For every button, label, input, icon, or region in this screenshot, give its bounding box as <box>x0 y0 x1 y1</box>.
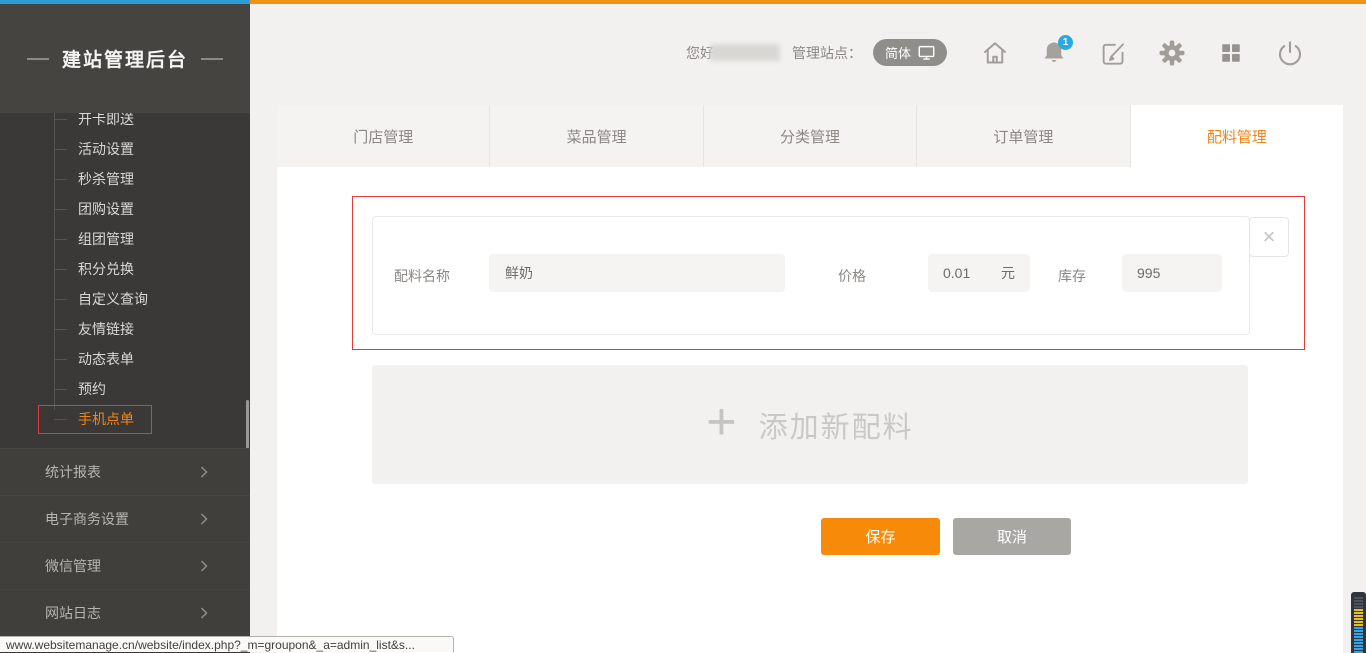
plus-icon: + <box>706 396 736 448</box>
sidebar-item-reservation[interactable]: 预约 <box>0 374 250 404</box>
ingredient-card: 配料名称 鲜奶 价格 0.01 元 库存 995 <box>372 216 1250 335</box>
remove-ingredient-button[interactable]: × <box>1249 217 1289 257</box>
cancel-button[interactable]: 取消 <box>953 518 1071 555</box>
edit-icon <box>1098 38 1128 68</box>
sidebar-section-ecommerce[interactable]: 电子商务设置 <box>0 495 250 542</box>
home-button[interactable] <box>978 36 1012 70</box>
network-meter-widget <box>1351 592 1366 653</box>
price-input[interactable]: 0.01 元 <box>928 254 1030 292</box>
sidebar-section-statistics[interactable]: 统计报表 <box>0 448 250 495</box>
price-unit: 元 <box>1001 263 1015 283</box>
sidebar-submenu: 开卡即送 活动设置 秒杀管理 团购设置 组团管理 积分兑换 自定义查询 友情链接… <box>0 104 250 434</box>
stock-input[interactable]: 995 <box>1122 254 1222 292</box>
sidebar-section-wechat[interactable]: 微信管理 <box>0 542 250 589</box>
sidebar-sections: 统计报表 电子商务设置 微信管理 网站日志 <box>0 448 250 637</box>
chevron-right-icon <box>194 603 214 623</box>
edit-button[interactable] <box>1096 36 1130 70</box>
ingredient-name-input[interactable]: 鲜奶 <box>489 254 785 292</box>
top-strip-blue <box>0 0 250 4</box>
chevron-right-icon <box>194 462 214 482</box>
price-label: 价格 <box>838 217 866 334</box>
sidebar-title: 建站管理后台 <box>0 4 250 113</box>
title-dash-right <box>201 58 223 60</box>
home-icon <box>980 38 1010 68</box>
tab-bar: 门店管理 菜品管理 分类管理 订单管理 配料管理 <box>277 105 1343 167</box>
site-label: 管理站点： <box>792 44 862 62</box>
ingredient-name-label: 配料名称 <box>394 217 450 334</box>
status-link-preview: www.websitemanage.cn/website/index.php?_… <box>0 636 454 652</box>
tab-category-management[interactable]: 分类管理 <box>704 105 917 167</box>
app-title: 建站管理后台 <box>62 45 188 72</box>
sidebar-item-activity-settings[interactable]: 活动设置 <box>0 134 250 164</box>
logout-button[interactable] <box>1273 36 1307 70</box>
notifications-button[interactable]: 1 <box>1037 36 1071 70</box>
meter-bars <box>1354 597 1363 653</box>
save-button[interactable]: 保存 <box>821 518 940 555</box>
sidebar-item-groupbuy-settings[interactable]: 团购设置 <box>0 194 250 224</box>
sidebar-section-site-logs[interactable]: 网站日志 <box>0 589 250 637</box>
tab-ingredient-management[interactable]: 配料管理 <box>1131 105 1343 167</box>
power-icon <box>1275 38 1305 68</box>
tab-dish-management[interactable]: 菜品管理 <box>490 105 703 167</box>
tab-order-management[interactable]: 订单管理 <box>917 105 1130 167</box>
sidebar-item-mobile-ordering[interactable]: 手机点单 <box>0 404 250 434</box>
sidebar-item-flash-sale[interactable]: 秒杀管理 <box>0 164 250 194</box>
monitor-icon <box>918 45 935 61</box>
language-switch-button[interactable]: 简体 <box>873 39 947 66</box>
chevron-right-icon <box>194 556 214 576</box>
sidebar-item-friend-links[interactable]: 友情链接 <box>0 314 250 344</box>
chevron-right-icon <box>194 509 214 529</box>
sidebar-item-dynamic-form[interactable]: 动态表单 <box>0 344 250 374</box>
bell-icon: 1 <box>1039 38 1069 68</box>
admin-page: 开卡即送 活动设置 秒杀管理 团购设置 组团管理 积分兑换 自定义查询 友情链接… <box>0 0 1366 653</box>
stock-label: 库存 <box>1058 217 1086 334</box>
gear-icon <box>1157 38 1187 68</box>
notification-badge: 1 <box>1058 35 1073 50</box>
grid-icon <box>1217 39 1245 67</box>
tab-store-management[interactable]: 门店管理 <box>277 105 490 167</box>
username-redacted <box>710 44 780 61</box>
top-strip-orange <box>250 0 1366 4</box>
sidebar-item-points-exchange[interactable]: 积分兑换 <box>0 254 250 284</box>
sidebar-item-group-management[interactable]: 组团管理 <box>0 224 250 254</box>
title-dash-left <box>27 58 49 60</box>
add-new-ingredient-button[interactable]: + 添加新配料 <box>372 365 1248 484</box>
sidebar-item-custom-query[interactable]: 自定义查询 <box>0 284 250 314</box>
close-icon: × <box>1263 224 1276 250</box>
settings-button[interactable] <box>1155 36 1189 70</box>
apps-button[interactable] <box>1214 36 1248 70</box>
